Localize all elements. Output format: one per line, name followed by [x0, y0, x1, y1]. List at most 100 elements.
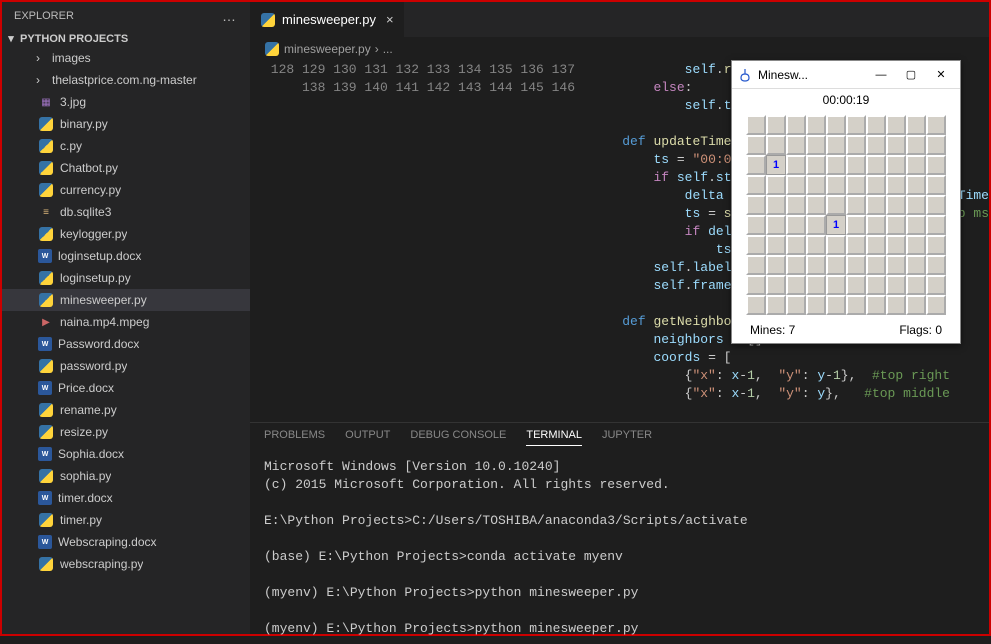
mine-cell[interactable]: [846, 155, 866, 175]
mine-cell[interactable]: [926, 215, 946, 235]
mine-cell[interactable]: [926, 135, 946, 155]
mine-cell[interactable]: [746, 255, 766, 275]
mine-cell[interactable]: [846, 135, 866, 155]
file-item[interactable]: Wloginsetup.docx: [2, 245, 250, 267]
mine-cell[interactable]: [906, 255, 926, 275]
maximize-button[interactable]: ▢: [896, 64, 926, 86]
file-item[interactable]: WSophia.docx: [2, 443, 250, 465]
mine-cell[interactable]: [766, 115, 786, 135]
mine-cell[interactable]: [846, 235, 866, 255]
mine-cell[interactable]: [806, 135, 826, 155]
mine-cell[interactable]: [806, 215, 826, 235]
mine-cell[interactable]: [786, 135, 806, 155]
mine-cell[interactable]: [786, 295, 806, 315]
mine-cell[interactable]: [926, 235, 946, 255]
close-button[interactable]: ✕: [926, 64, 956, 86]
mine-cell[interactable]: [866, 135, 886, 155]
file-item[interactable]: resize.py: [2, 421, 250, 443]
file-item[interactable]: rename.py: [2, 399, 250, 421]
mine-cell[interactable]: [866, 155, 886, 175]
file-item[interactable]: naina.mp4.mpeg: [2, 311, 250, 333]
mine-cell[interactable]: [906, 135, 926, 155]
panel-tab-terminal[interactable]: TERMINAL: [526, 429, 582, 446]
folder-item[interactable]: ›images: [2, 47, 250, 69]
panel-tab-debug-console[interactable]: DEBUG CONSOLE: [410, 429, 506, 446]
mine-cell[interactable]: [906, 215, 926, 235]
titlebar[interactable]: Minesw... — ▢ ✕: [732, 61, 960, 89]
mine-cell[interactable]: [786, 215, 806, 235]
mine-cell[interactable]: [906, 155, 926, 175]
mine-cell[interactable]: [846, 255, 866, 275]
mine-cell[interactable]: [826, 275, 846, 295]
mine-cell[interactable]: [766, 195, 786, 215]
mine-cell[interactable]: [806, 255, 826, 275]
mine-cell[interactable]: [826, 115, 846, 135]
mine-cell[interactable]: [926, 155, 946, 175]
mine-cell[interactable]: [906, 175, 926, 195]
mine-cell[interactable]: [886, 255, 906, 275]
mine-cell[interactable]: [846, 215, 866, 235]
file-item[interactable]: password.py: [2, 355, 250, 377]
mine-cell[interactable]: [786, 235, 806, 255]
mine-cell[interactable]: [886, 135, 906, 155]
mine-cell[interactable]: [746, 235, 766, 255]
mine-cell[interactable]: [866, 275, 886, 295]
mine-cell[interactable]: [846, 275, 866, 295]
mine-cell[interactable]: [866, 195, 886, 215]
mine-cell[interactable]: [826, 155, 846, 175]
mine-cell[interactable]: [826, 255, 846, 275]
explorer-more-icon[interactable]: …: [222, 8, 238, 24]
minimize-button[interactable]: —: [866, 64, 896, 86]
mine-cell[interactable]: [926, 275, 946, 295]
file-item[interactable]: 3.jpg: [2, 91, 250, 113]
file-item[interactable]: currency.py: [2, 179, 250, 201]
panel-tab-jupyter[interactable]: JUPYTER: [602, 429, 652, 446]
file-item[interactable]: c.py: [2, 135, 250, 157]
file-item[interactable]: WWebscraping.docx: [2, 531, 250, 553]
close-icon[interactable]: ×: [386, 12, 394, 27]
folder-item[interactable]: ›thelastprice.com.ng-master: [2, 69, 250, 91]
file-item[interactable]: sophia.py: [2, 465, 250, 487]
file-item[interactable]: keylogger.py: [2, 223, 250, 245]
file-item[interactable]: WPrice.docx: [2, 377, 250, 399]
mine-cell[interactable]: [886, 215, 906, 235]
panel-tab-output[interactable]: OUTPUT: [345, 429, 390, 446]
mine-cell[interactable]: [766, 175, 786, 195]
mine-cell[interactable]: [906, 275, 926, 295]
mine-cell[interactable]: [906, 115, 926, 135]
mine-cell[interactable]: [806, 115, 826, 135]
mine-cell[interactable]: [906, 195, 926, 215]
mine-cell[interactable]: [826, 175, 846, 195]
mine-cell[interactable]: 1: [766, 155, 786, 175]
mine-cell[interactable]: [746, 155, 766, 175]
mine-cell[interactable]: [786, 175, 806, 195]
mine-cell[interactable]: [886, 275, 906, 295]
mine-cell[interactable]: [826, 135, 846, 155]
breadcrumb[interactable]: minesweeper.py › ...: [250, 37, 989, 61]
mine-cell[interactable]: [866, 295, 886, 315]
mine-cell[interactable]: [746, 115, 766, 135]
mine-cell[interactable]: [746, 175, 766, 195]
file-item[interactable]: loginsetup.py: [2, 267, 250, 289]
mine-cell[interactable]: [886, 235, 906, 255]
mine-cell[interactable]: [886, 155, 906, 175]
mine-cell[interactable]: [866, 215, 886, 235]
mine-cell[interactable]: [766, 295, 786, 315]
mine-cell[interactable]: [766, 275, 786, 295]
mine-cell[interactable]: [806, 175, 826, 195]
mine-cell[interactable]: [746, 135, 766, 155]
file-item[interactable]: WPassword.docx: [2, 333, 250, 355]
mine-cell[interactable]: [766, 235, 786, 255]
mine-cell[interactable]: [826, 295, 846, 315]
file-item[interactable]: minesweeper.py: [2, 289, 250, 311]
mine-cell[interactable]: [806, 155, 826, 175]
mine-cell[interactable]: 1: [826, 215, 846, 235]
mine-cell[interactable]: [746, 195, 766, 215]
mine-cell[interactable]: [846, 195, 866, 215]
file-item[interactable]: timer.py: [2, 509, 250, 531]
mine-cell[interactable]: [926, 115, 946, 135]
mine-cell[interactable]: [926, 175, 946, 195]
mine-cell[interactable]: [826, 195, 846, 215]
mine-cell[interactable]: [866, 235, 886, 255]
mine-cell[interactable]: [806, 235, 826, 255]
